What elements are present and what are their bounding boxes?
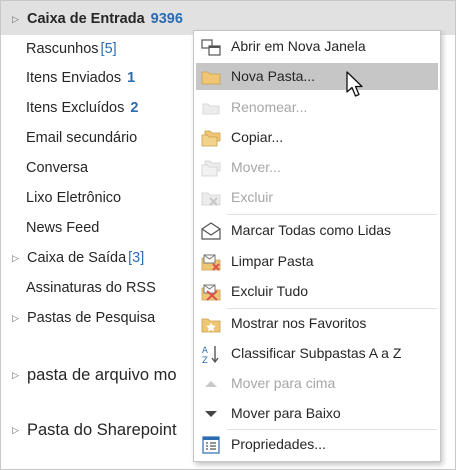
open-envelope-icon — [201, 222, 221, 240]
folder-deleted[interactable]: Itens Excluídos 2 — [26, 94, 138, 122]
folder-sent-count: 1 — [127, 70, 136, 86]
rename-icon — [202, 103, 220, 115]
folder-archive-label: pasta de arquivo mo — [27, 366, 177, 384]
folder-outbox-label: Caixa de Saída — [27, 250, 127, 266]
menu-item-delete[interactable]: Excluir — [196, 184, 438, 211]
folder-secondary-email-label: Email secundário — [26, 130, 138, 146]
move-down-arrow-icon — [205, 411, 217, 417]
menu-label: Classificar Subpastas A a Z — [231, 345, 402, 361]
menu-item-move-up[interactable]: Mover para cima — [196, 370, 438, 397]
folder-outbox-count: [3] — [128, 250, 145, 266]
menu-label: Mostrar nos Favoritos — [231, 315, 367, 331]
folder-inbox-label: Caixa de Entrada — [27, 11, 145, 27]
menu-label: Abrir em Nova Janela — [231, 38, 366, 54]
folder-sharepoint-label: Pasta do Sharepoint — [27, 421, 177, 439]
svg-text:Z: Z — [202, 356, 208, 364]
menu-label: Marcar Todas como Lidas — [231, 222, 392, 238]
expand-arrow-icon[interactable]: ▷ — [12, 304, 19, 332]
new-window-icon — [201, 39, 221, 56]
svg-text:A: A — [202, 346, 208, 356]
menu-item-show-favorites[interactable]: Mostrar nos Favoritos — [196, 310, 438, 337]
favorite-folder-icon — [201, 318, 221, 333]
folder-drafts[interactable]: Rascunhos [5] — [26, 35, 117, 63]
menu-item-open-new-window[interactable]: Abrir em Nova Janela — [196, 33, 438, 60]
folder-deleted-count: 2 — [130, 100, 139, 116]
properties-icon — [202, 436, 220, 454]
menu-item-properties[interactable]: Propriedades... — [196, 431, 438, 458]
menu-separator — [227, 214, 437, 215]
menu-label: Mover... — [231, 159, 281, 175]
folder-rss[interactable]: Assinaturas do RSS — [26, 274, 156, 302]
folder-search-label: Pastas de Pesquisa — [27, 310, 156, 326]
mouse-pointer-icon — [346, 71, 363, 97]
menu-label: Mover para Baixo — [231, 405, 341, 421]
move-folder-icon — [201, 160, 221, 177]
menu-label: Excluir — [231, 189, 274, 205]
expand-arrow-icon[interactable]: ▷ — [12, 5, 19, 33]
menu-label: Limpar Pasta — [231, 253, 314, 269]
menu-separator — [227, 308, 437, 309]
folder-icon — [201, 71, 221, 85]
expand-arrow-icon[interactable]: ▷ — [12, 361, 19, 389]
delete-all-icon — [201, 284, 221, 301]
folder-secondary-email[interactable]: Email secundário — [26, 124, 137, 152]
clean-folder-icon — [201, 254, 221, 271]
menu-item-move[interactable]: Mover... — [196, 154, 438, 181]
move-up-arrow-icon — [205, 381, 217, 387]
menu-item-delete-all[interactable]: Excluir Tudo — [196, 278, 438, 305]
menu-item-rename[interactable]: Renomear... — [196, 94, 438, 121]
expand-arrow-icon[interactable]: ▷ — [12, 244, 19, 272]
menu-item-sort-subfolders[interactable]: A Z Classificar Subpastas A a Z — [196, 340, 438, 367]
menu-label: Excluir Tudo — [231, 283, 309, 299]
folder-drafts-label: Rascunhos — [26, 41, 99, 57]
context-menu: Abrir em Nova Janela Nova Pasta... Renom… — [193, 30, 441, 462]
folder-news-feed[interactable]: News Feed — [26, 214, 99, 242]
folder-junk[interactable]: Lixo Eletrônico — [26, 184, 121, 212]
menu-item-copy[interactable]: Copiar... — [196, 124, 438, 151]
folder-sent[interactable]: Itens Enviados 1 — [26, 64, 135, 92]
menu-label: Renomear... — [231, 99, 308, 115]
menu-separator — [227, 429, 437, 430]
menu-label: Nova Pasta... — [231, 68, 316, 84]
delete-folder-icon — [201, 192, 221, 206]
menu-item-move-down[interactable]: Mover para Baixo — [196, 400, 438, 427]
folder-conversation[interactable]: Conversa — [26, 154, 88, 182]
folder-junk-label: Lixo Eletrônico — [26, 190, 122, 206]
folder-news-feed-label: News Feed — [26, 220, 100, 236]
menu-label: Copiar... — [231, 129, 284, 145]
menu-label: Propriedades... — [231, 436, 326, 452]
folder-drafts-count: [5] — [100, 41, 117, 57]
folder-sent-label: Itens Enviados — [26, 70, 122, 86]
menu-item-mark-all-read[interactable]: Marcar Todas como Lidas — [196, 217, 438, 244]
folder-conversation-label: Conversa — [26, 160, 89, 176]
folder-inbox-count: 9396 — [150, 11, 183, 27]
sort-az-icon: A Z — [202, 346, 219, 364]
folder-deleted-label: Itens Excluídos — [26, 100, 125, 116]
menu-label: Mover para cima — [231, 375, 336, 391]
copy-folder-icon — [201, 130, 221, 147]
menu-item-new-folder[interactable]: Nova Pasta... — [196, 63, 438, 90]
folder-rss-label: Assinaturas do RSS — [26, 280, 156, 296]
expand-arrow-icon[interactable]: ▷ — [12, 416, 19, 444]
menu-item-clean-folder[interactable]: Limpar Pasta — [196, 248, 438, 275]
